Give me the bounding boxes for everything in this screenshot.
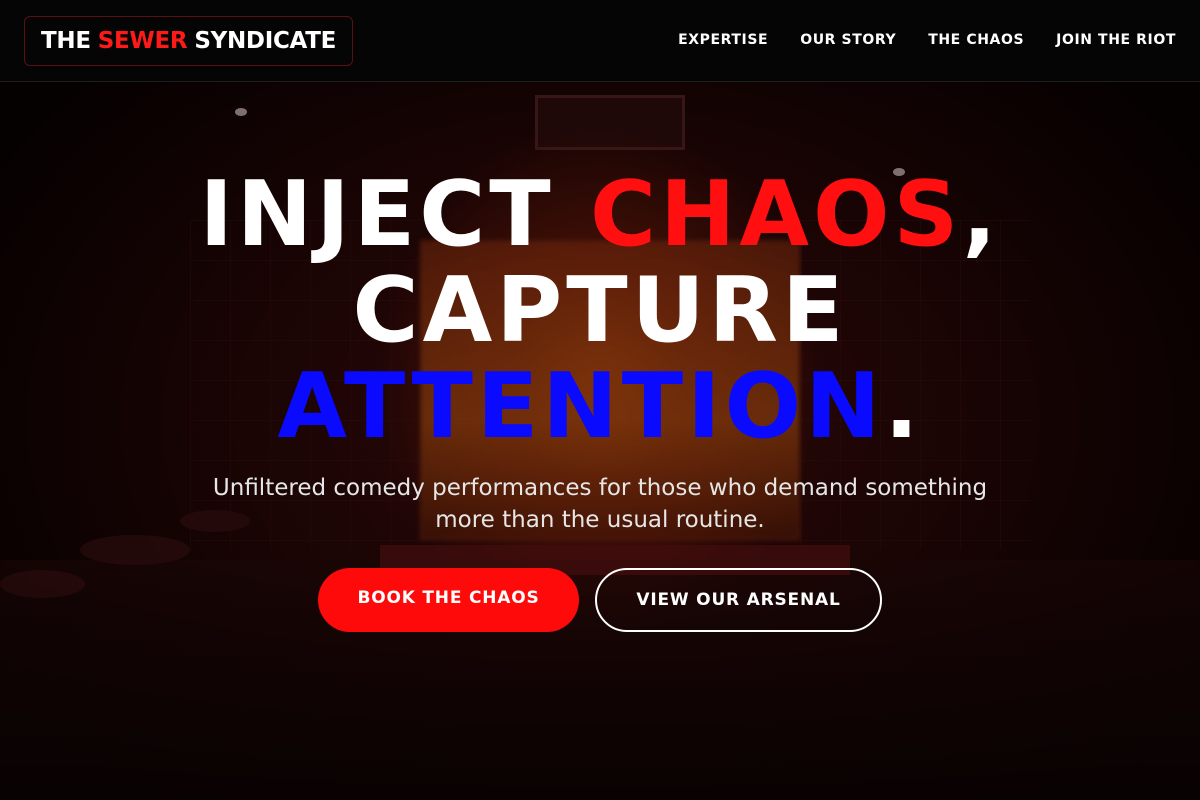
- nav-links: EXPERTISE OUR STORY THE CHAOS JOIN THE R…: [678, 32, 1176, 48]
- headline-comma: ,: [962, 162, 1001, 267]
- headline-line-1: INJECT CHAOS,: [0, 167, 1200, 263]
- brand-logo[interactable]: THE SEWER SYNDICATE: [24, 16, 354, 66]
- headline-line-3: ATTENTION.: [0, 359, 1200, 455]
- hero-subtitle: Unfiltered comedy performances for those…: [212, 475, 988, 533]
- nav-link-the-chaos[interactable]: THE CHAOS: [928, 32, 1024, 48]
- headline-chaos: CHAOS: [590, 162, 963, 267]
- book-the-chaos-button[interactable]: BOOK THE CHAOS: [318, 568, 579, 632]
- headline-inject: INJECT: [199, 162, 590, 267]
- headline-period: .: [884, 354, 923, 459]
- brand-word-sewer: SEWER: [97, 28, 188, 54]
- nav-link-expertise[interactable]: EXPERTISE: [678, 32, 768, 48]
- brand-word-syndicate: SYNDICATE: [194, 28, 337, 54]
- brand-word-the: THE: [41, 28, 91, 54]
- nav-link-join-the-riot[interactable]: JOIN THE RIOT: [1056, 32, 1176, 48]
- headline-attention: ATTENTION: [277, 354, 885, 459]
- hero-section: INJECT CHAOS, CAPTURE ATTENTION. Unfilte…: [0, 82, 1200, 800]
- nav-link-our-story[interactable]: OUR STORY: [800, 32, 896, 48]
- view-our-arsenal-button[interactable]: VIEW OUR ARSENAL: [595, 568, 882, 632]
- navbar: THE SEWER SYNDICATE EXPERTISE OUR STORY …: [0, 0, 1200, 82]
- hero-headline: INJECT CHAOS, CAPTURE ATTENTION.: [0, 167, 1200, 455]
- headline-capture: CAPTURE: [352, 258, 848, 363]
